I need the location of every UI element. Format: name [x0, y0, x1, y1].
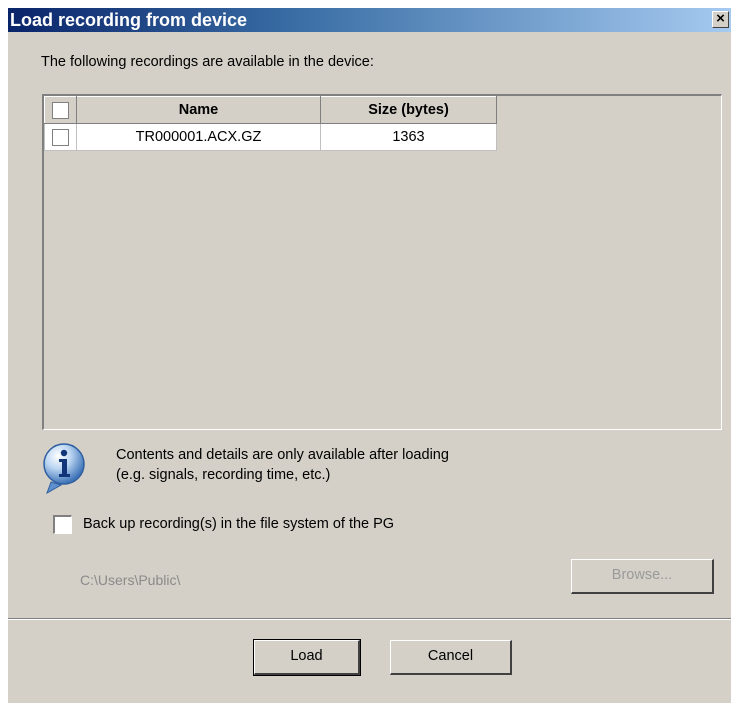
backup-checkbox[interactable]: [53, 515, 72, 534]
info-icon: [43, 443, 85, 494]
recording-size: 1363: [320, 123, 497, 151]
backup-label[interactable]: Back up recording(s) in the file system …: [83, 516, 394, 532]
cancel-button[interactable]: Cancel: [390, 640, 512, 675]
browse-button[interactable]: Browse...: [571, 559, 714, 594]
intro-text: The following recordings are available i…: [41, 54, 374, 70]
column-header-name[interactable]: Name: [76, 96, 321, 124]
select-all-checkbox[interactable]: [52, 101, 69, 119]
recordings-list[interactable]: Name Size (bytes) TR000001.ACX.GZ 1363: [42, 94, 722, 430]
info-line-1: Contents and details are only available …: [116, 447, 449, 463]
info-message: Contents and details are only available …: [116, 445, 449, 485]
info-line-2: (e.g. signals, recording time, etc.): [116, 467, 331, 483]
separator-highlight: [8, 619, 731, 620]
table-header-row: Name Size (bytes): [44, 96, 497, 124]
backup-path: C:\Users\Public\: [80, 572, 181, 588]
dialog-title: Load recording from device: [10, 10, 248, 30]
load-recording-dialog: Load recording from device × The followi…: [8, 8, 731, 703]
column-header-size[interactable]: Size (bytes): [320, 96, 497, 124]
recordings-table: Name Size (bytes) TR000001.ACX.GZ 1363: [44, 96, 497, 151]
row-checkbox[interactable]: [52, 128, 69, 146]
row-checkbox-cell[interactable]: [44, 123, 77, 151]
close-button[interactable]: ×: [712, 11, 729, 28]
load-button[interactable]: Load: [253, 639, 361, 676]
recording-name: TR000001.ACX.GZ: [76, 123, 321, 151]
close-icon: ×: [716, 10, 725, 27]
header-select-all-cell[interactable]: [44, 96, 77, 124]
table-row[interactable]: TR000001.ACX.GZ 1363: [44, 123, 497, 151]
title-bar: Load recording from device ×: [8, 8, 731, 32]
